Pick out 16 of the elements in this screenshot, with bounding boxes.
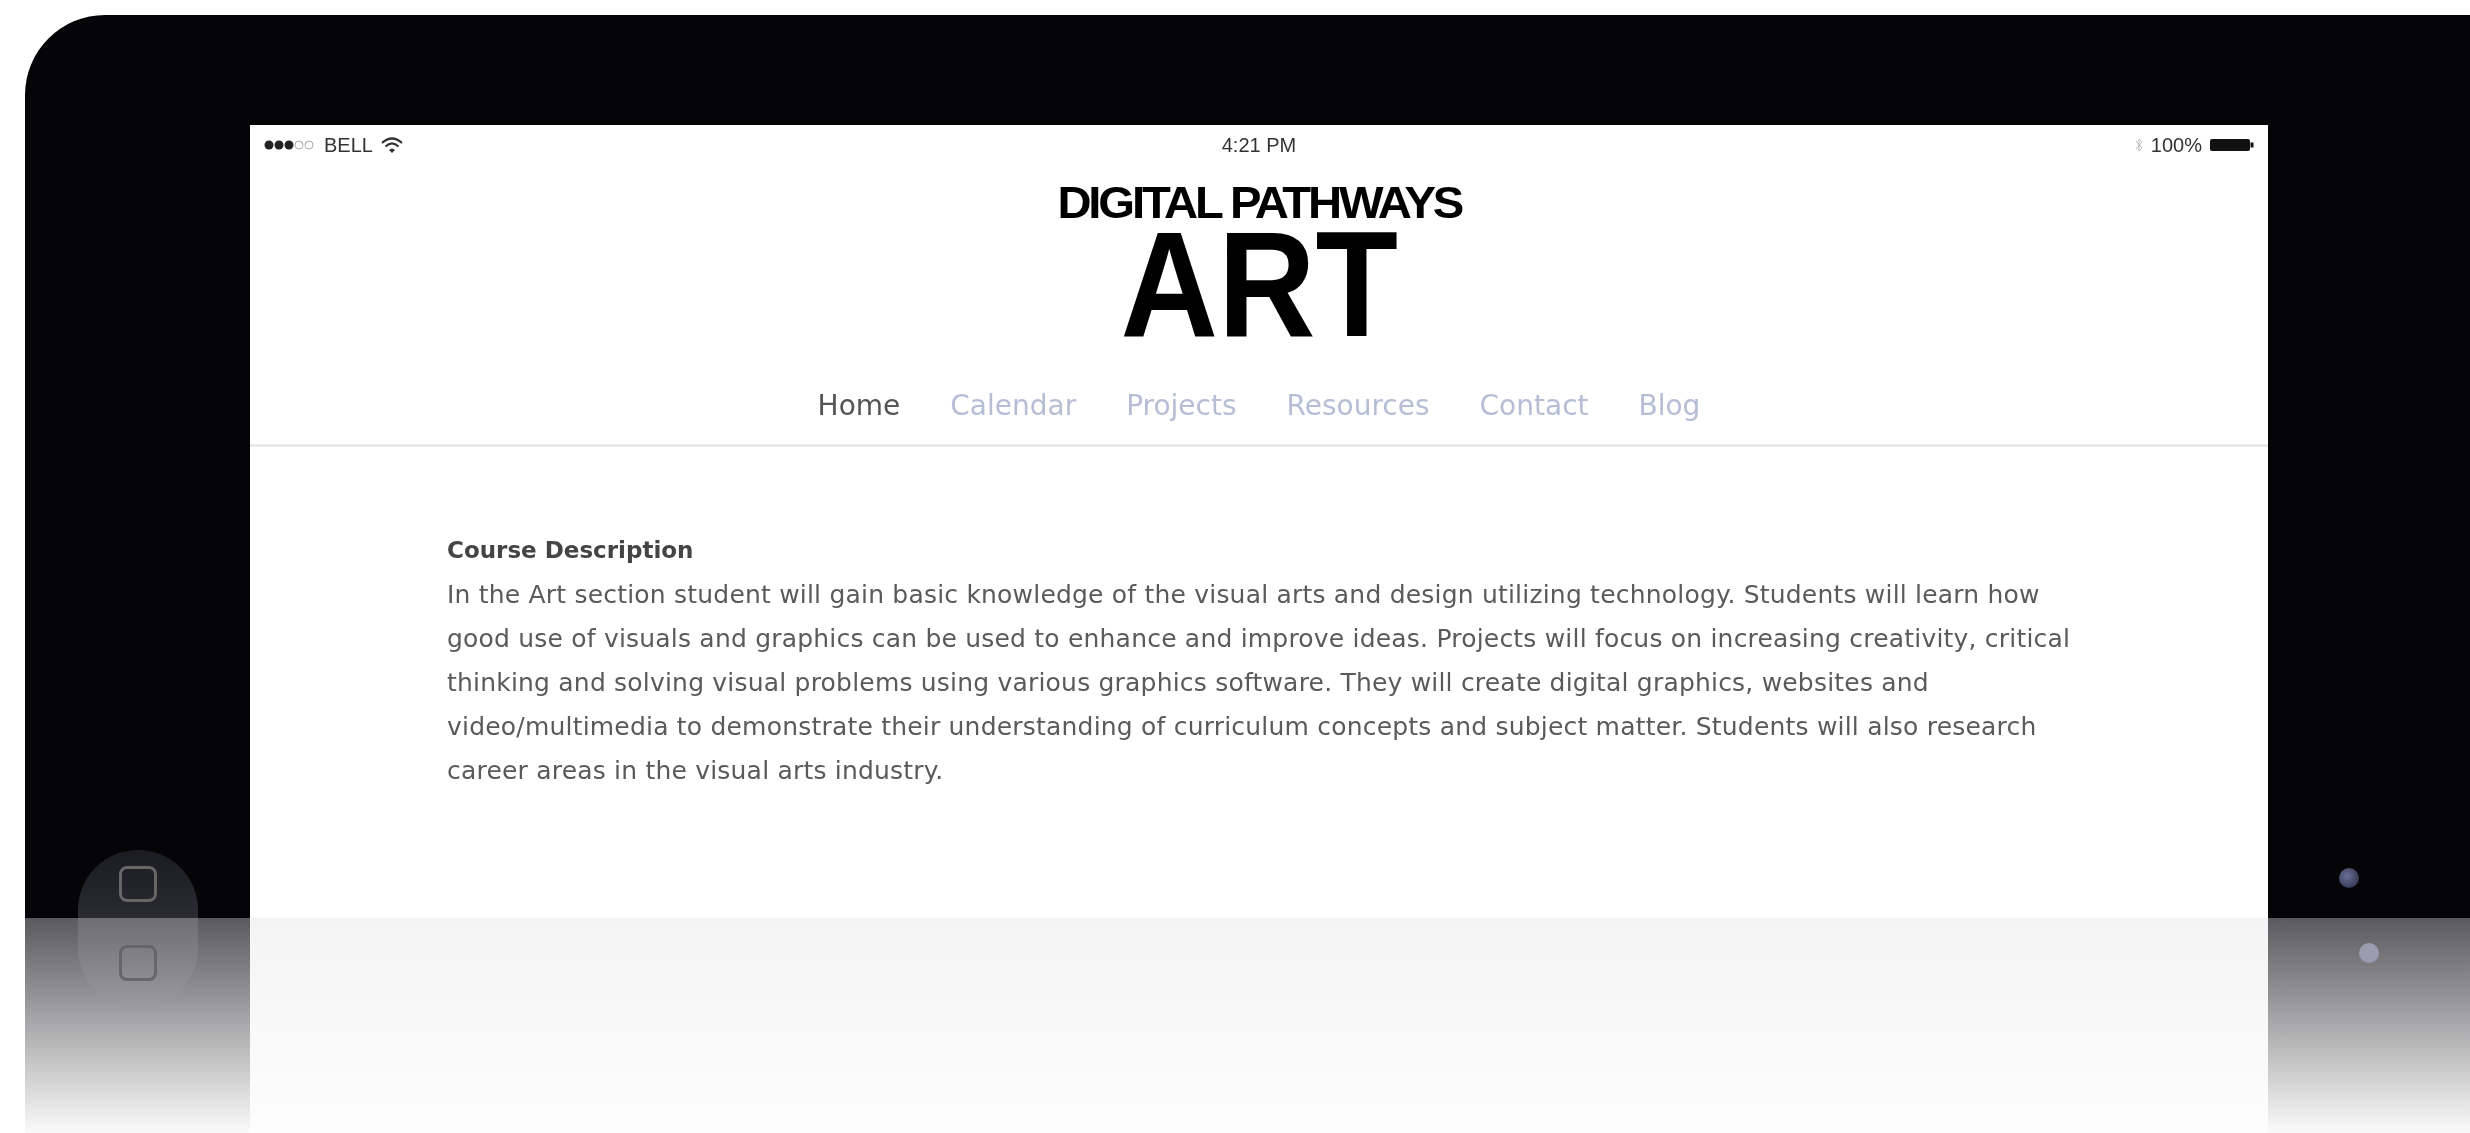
signal-icon xyxy=(264,139,316,151)
battery-percentage: 100% xyxy=(2150,133,2202,157)
battery-icon xyxy=(2210,138,2254,152)
status-time: 4:21 PM xyxy=(1221,133,1297,157)
nav-link[interactable]: Calendar xyxy=(950,389,1077,422)
section-heading: Course Description xyxy=(447,537,695,563)
nav-link[interactable]: Home xyxy=(817,389,901,422)
nav-link[interactable]: Blog xyxy=(1638,389,1701,422)
camera-icon xyxy=(2339,868,2359,888)
nav-link[interactable]: Resources xyxy=(1286,389,1430,422)
course-description-text: In the Art section student will gain basic knowledge of the visual arts and design utilizing technology. Students will learn how good use of visuals and graphics can be used to enhance and improve ideas. Projects will focus on increasing creativity, critical thinking and solving visual problems using various graphics software. They will create digital graphics, websites and video/multimedia to demonstrate their understanding of curriculum concepts and subject matter. Students will also research career areas in the visual arts industry. xyxy=(447,579,2072,787)
bluetooth-icon xyxy=(2134,137,2143,153)
nav-link[interactable]: Projects xyxy=(1126,389,1237,422)
wifi-icon xyxy=(380,136,403,154)
nav-link[interactable]: Contact xyxy=(1479,389,1589,422)
carrier-name: BELL xyxy=(324,133,373,157)
